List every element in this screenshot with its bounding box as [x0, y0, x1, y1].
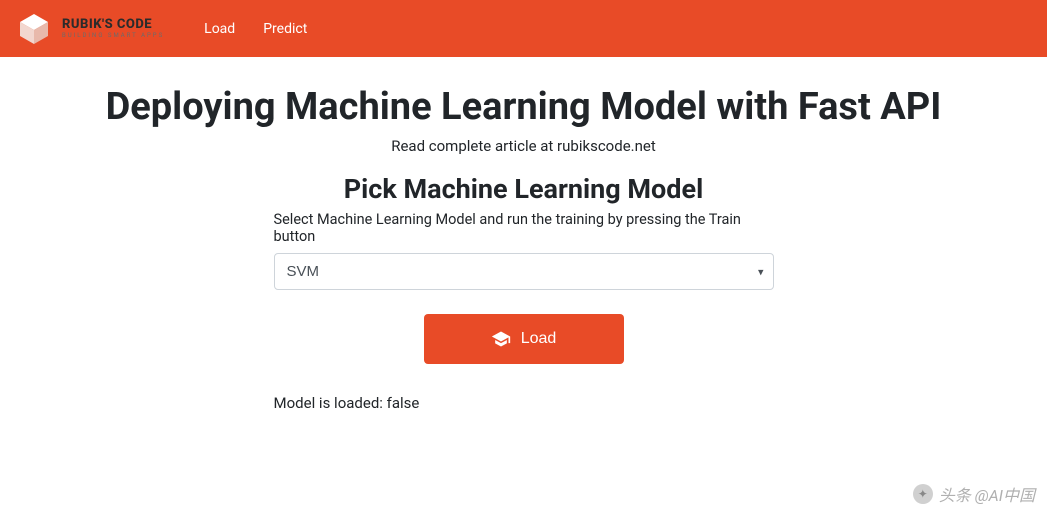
cube-icon: [16, 11, 52, 47]
nav-link-load[interactable]: Load: [204, 21, 235, 37]
page-title: Deploying Machine Learning Model with Fa…: [20, 85, 1027, 129]
brand-title: RUBIK'S CODE: [62, 18, 164, 31]
brand-subtitle: BUILDING SMART APPS: [62, 33, 164, 39]
nav-link-predict[interactable]: Predict: [263, 21, 307, 37]
watermark-icon: ✦: [913, 484, 933, 504]
button-row: Load: [274, 314, 774, 364]
section-description: Select Machine Learning Model and run th…: [274, 211, 774, 245]
load-button[interactable]: Load: [424, 314, 624, 364]
section-title: Pick Machine Learning Model: [274, 173, 774, 205]
nav-links: Load Predict: [204, 21, 307, 37]
watermark-text: 头条 @AI中国: [939, 482, 1035, 506]
model-section: Pick Machine Learning Model Select Machi…: [274, 173, 774, 412]
model-status: Model is loaded: false: [274, 394, 774, 412]
main-content: Deploying Machine Learning Model with Fa…: [0, 57, 1047, 412]
model-select-wrap: SVM ▾: [274, 253, 774, 290]
load-button-label: Load: [521, 330, 557, 348]
graduation-cap-icon: [491, 329, 511, 349]
page-subtitle: Read complete article at rubikscode.net: [20, 137, 1027, 155]
model-select[interactable]: SVM: [274, 253, 774, 290]
brand-text: RUBIK'S CODE BUILDING SMART APPS: [62, 18, 164, 39]
watermark: ✦ 头条 @AI中国: [913, 482, 1035, 506]
brand-logo[interactable]: RUBIK'S CODE BUILDING SMART APPS: [16, 11, 164, 47]
navbar: RUBIK'S CODE BUILDING SMART APPS Load Pr…: [0, 0, 1047, 57]
